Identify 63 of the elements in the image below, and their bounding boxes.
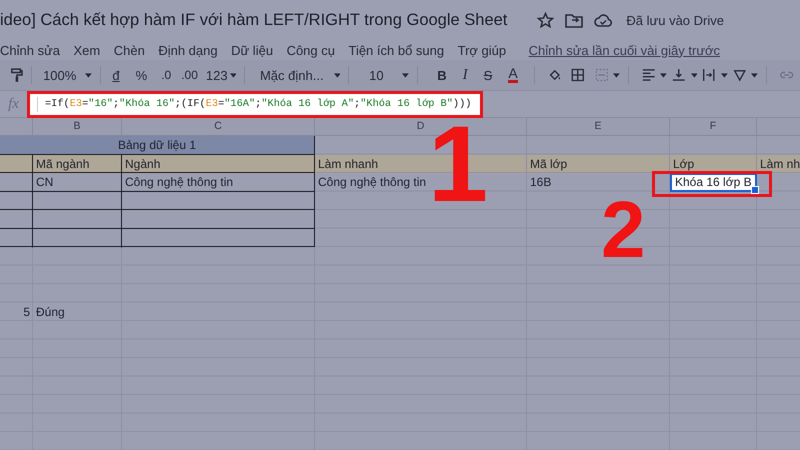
formula-field[interactable]: =If(E3="16";"Khóa 16";(IF(E3="16A";"Khóa 16 lớp A";"Khóa 16 lớp B"))) bbox=[27, 90, 483, 118]
caret-icon[interactable] bbox=[690, 72, 698, 78]
caret-icon[interactable] bbox=[660, 72, 667, 78]
table-cell-text: 5 bbox=[22, 304, 31, 320]
text-wrap-icon[interactable] bbox=[702, 67, 716, 83]
caret-icon[interactable] bbox=[751, 72, 758, 78]
number-format-select[interactable]: 123 bbox=[206, 68, 228, 82]
menu-item[interactable]: Chỉnh sửa bbox=[0, 42, 60, 58]
table-title-cell: Bảng dữ liệu 1 bbox=[0, 136, 315, 154]
italic-button[interactable]: I bbox=[462, 66, 468, 84]
bold-button[interactable]: B bbox=[437, 68, 447, 82]
column-header[interactable]: F bbox=[670, 118, 757, 135]
zoom-select[interactable]: 100% bbox=[43, 68, 76, 82]
table-cell: Khóa 16 lớp B bbox=[670, 173, 757, 192]
last-edit-link[interactable]: Chỉnh sửa lần cuối vài giây trước bbox=[528, 42, 720, 58]
merge-cells-icon[interactable] bbox=[594, 67, 608, 83]
table-cell-text: Công nghệ thông tin bbox=[317, 174, 428, 191]
strikethrough-button[interactable]: S bbox=[484, 68, 492, 82]
text-color-button[interactable]: A bbox=[508, 67, 518, 83]
table-cell-text: Đúng bbox=[35, 304, 66, 320]
paint-format-icon[interactable] bbox=[11, 67, 23, 83]
font-size-select[interactable]: 10 bbox=[369, 68, 384, 82]
text-rotate-icon[interactable] bbox=[732, 67, 746, 83]
header-cell-text: Mã lớp bbox=[529, 156, 568, 172]
header-cell-text: Mã ngành bbox=[35, 156, 90, 172]
menu-item[interactable]: Tiện ích bổ sung bbox=[348, 42, 444, 58]
menu-item[interactable]: Định dạng bbox=[158, 42, 218, 58]
decrease-decimal-button[interactable]: .0 bbox=[161, 68, 172, 82]
menu-item[interactable]: Chèn bbox=[114, 42, 145, 58]
column-header[interactable]: E bbox=[527, 118, 670, 135]
font-select[interactable]: Mặc định... bbox=[260, 68, 324, 82]
increase-decimal-button[interactable]: .00 bbox=[181, 68, 198, 82]
currency-format-button[interactable]: đ bbox=[112, 68, 120, 82]
caret-icon[interactable] bbox=[334, 72, 340, 78]
menu-item[interactable]: Trợ giúp bbox=[458, 42, 506, 58]
caret-icon[interactable] bbox=[402, 72, 410, 78]
document-title: ideo] Cách kết hợp hàm IF với hàm LEFT/RIGHT trong Google Sheet bbox=[0, 10, 508, 30]
header-cell-text: Lớp bbox=[672, 156, 696, 172]
folder-icon[interactable] bbox=[565, 12, 584, 28]
table-cell-text: CN bbox=[35, 174, 54, 191]
step-number: 2 bbox=[601, 198, 646, 260]
header-cell-text: Ngành bbox=[124, 156, 162, 172]
caret-icon[interactable] bbox=[613, 72, 620, 78]
table-cell-text: Công nghệ thông tin bbox=[124, 174, 234, 191]
menu-item[interactable]: Xem bbox=[74, 42, 100, 58]
align-left-icon[interactable] bbox=[642, 67, 656, 83]
menu-item[interactable]: Dữ liệu bbox=[231, 42, 274, 58]
header-cell-text: Làm nhanh bbox=[317, 156, 380, 172]
caret-icon[interactable] bbox=[84, 72, 92, 78]
fill-color-icon[interactable] bbox=[548, 67, 562, 83]
star-icon[interactable] bbox=[537, 12, 554, 28]
caret-icon[interactable] bbox=[230, 72, 236, 78]
borders-icon[interactable] bbox=[571, 67, 585, 83]
table-cell-text: 16B bbox=[529, 174, 552, 191]
column-header[interactable]: B bbox=[33, 118, 122, 135]
valign-bottom-icon[interactable] bbox=[672, 67, 686, 83]
save-status: Đã lưu vào Drive bbox=[626, 12, 724, 28]
header-cell-text: Làm nh bbox=[759, 156, 800, 172]
percent-format-button[interactable]: % bbox=[136, 68, 148, 82]
caret-icon[interactable] bbox=[720, 72, 728, 78]
cloud-check-icon[interactable] bbox=[594, 14, 614, 26]
menu-item[interactable]: Công cụ bbox=[286, 42, 335, 58]
column-header[interactable]: C bbox=[122, 118, 315, 135]
